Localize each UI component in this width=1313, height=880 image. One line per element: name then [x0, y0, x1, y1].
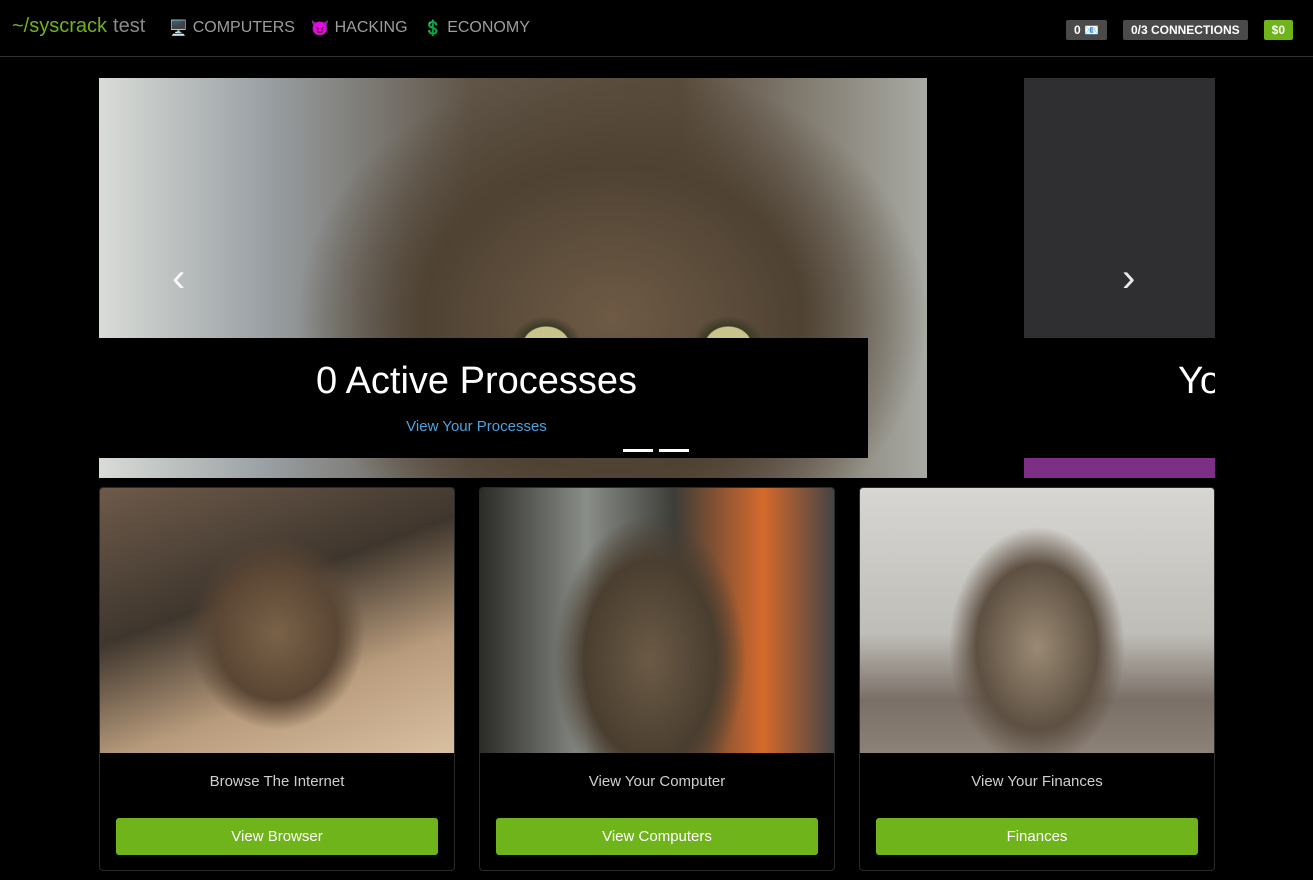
- card-title: View Your Computer: [588, 773, 726, 790]
- card-cat-image: [860, 488, 1214, 753]
- carousel-next-caption: Yo: [1024, 338, 1215, 458]
- nav-economy-label: ECONOMY: [447, 19, 530, 36]
- card-cat-image: [480, 488, 834, 753]
- carousel-next-icon[interactable]: ›: [1122, 258, 1135, 298]
- brand-name: ~/syscrack: [12, 15, 108, 37]
- mail-badge[interactable]: 0 📧: [1066, 20, 1107, 40]
- nav-computers[interactable]: 🖥️ COMPUTERS: [169, 19, 295, 37]
- card-title: Browse The Internet: [209, 773, 345, 790]
- brand-link[interactable]: ~/syscrack test: [12, 15, 145, 38]
- carousel-indicators: [623, 449, 689, 452]
- carousel-indicator[interactable]: [623, 449, 653, 452]
- brand-sub: test: [113, 15, 146, 37]
- card-finances: View Your Finances Finances: [859, 487, 1215, 871]
- nav-hacking-label: HACKING: [334, 19, 408, 36]
- carousel-caption-title: 0 Active Processes: [315, 360, 638, 402]
- view-processes-link[interactable]: View Your Processes: [99, 418, 854, 435]
- card-browser: Browse The Internet View Browser: [99, 487, 455, 871]
- view-computers-button[interactable]: View Computers: [496, 818, 818, 855]
- card-cat-image: [100, 488, 454, 753]
- view-browser-button[interactable]: View Browser: [116, 818, 438, 855]
- connections-badge[interactable]: 0/3 CONNECTIONS: [1122, 20, 1248, 40]
- carousel-prev-icon[interactable]: ‹: [172, 258, 185, 298]
- dollar-icon: 💲: [423, 20, 443, 37]
- finances-button[interactable]: Finances: [876, 818, 1198, 855]
- carousel-slide-background: [1024, 458, 1215, 478]
- computer-icon: 🖥️: [169, 20, 188, 37]
- carousel-slide-active: 0 Active Processes View Your Processes: [99, 78, 927, 478]
- money-badge[interactable]: $0: [1263, 20, 1293, 40]
- status-badges: 0 📧 0/3 CONNECTIONS $0: [1066, 20, 1293, 40]
- nav-links: 🖥️ COMPUTERS 😈 HACKING 💲 ECONOMY: [169, 19, 530, 37]
- card-title: View Your Finances: [971, 773, 1103, 790]
- navbar: ~/syscrack test 🖥️ COMPUTERS 😈 HACKING 💲 …: [0, 0, 1313, 57]
- card-computer: View Your Computer View Computers: [479, 487, 835, 871]
- carousel-next-caption-title: Yo: [1178, 360, 1215, 402]
- nav-economy[interactable]: 💲 ECONOMY: [424, 19, 530, 37]
- nav-hacking[interactable]: 😈 HACKING: [311, 19, 408, 37]
- carousel-indicator[interactable]: [659, 449, 689, 452]
- nav-computers-label: COMPUTERS: [192, 19, 295, 36]
- devil-icon: 😈: [310, 20, 330, 37]
